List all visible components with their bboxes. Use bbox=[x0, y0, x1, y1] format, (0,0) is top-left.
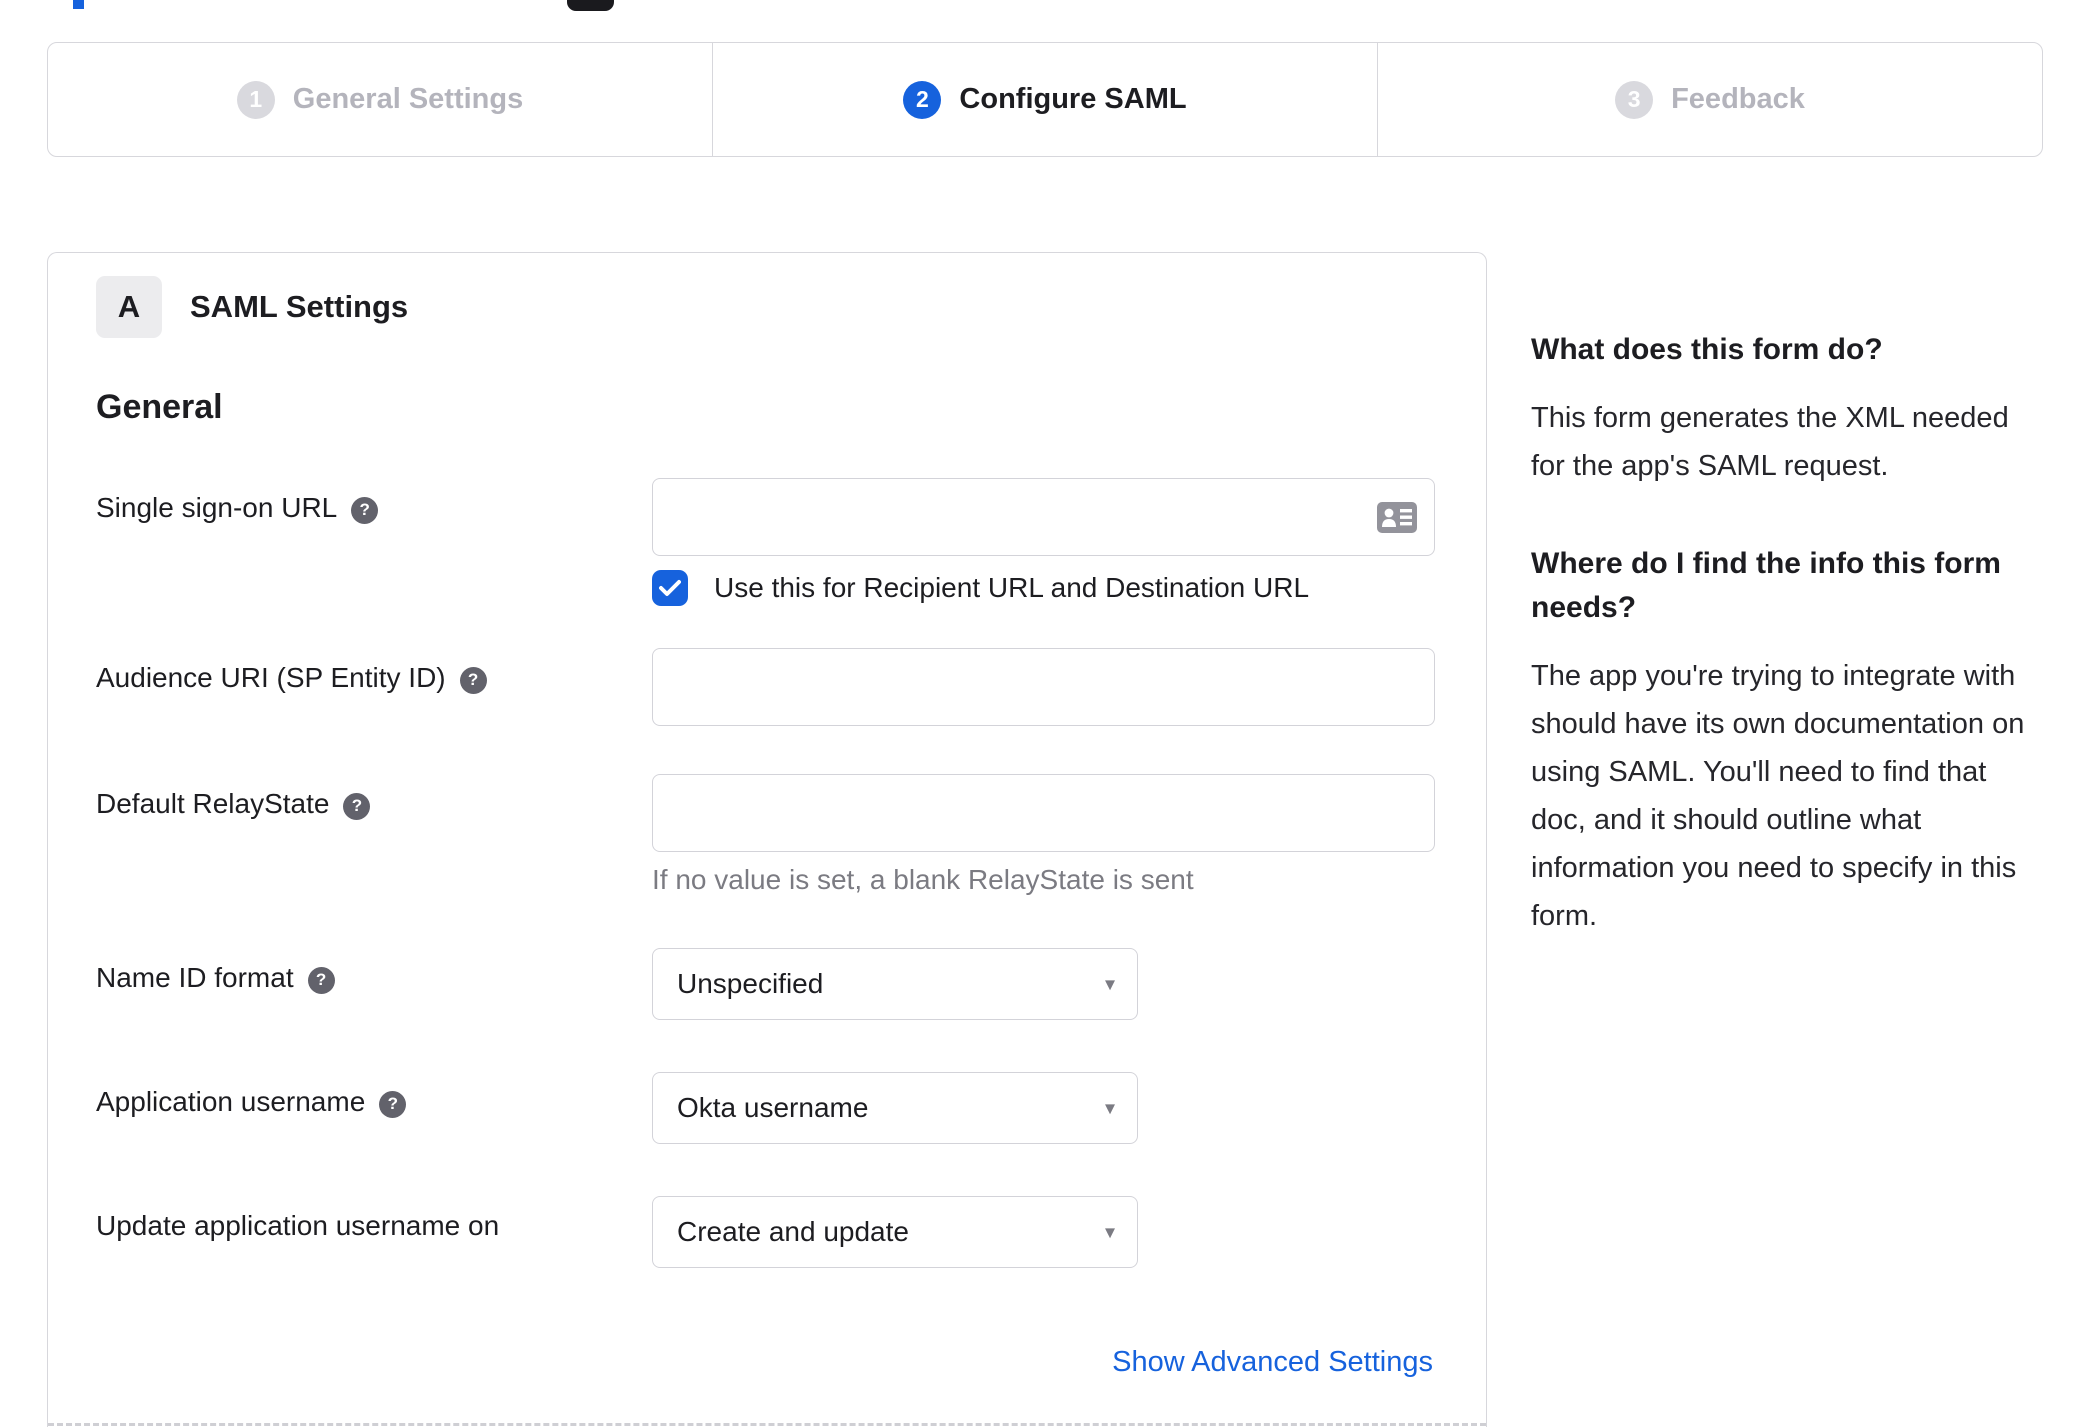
update-username-on-value: Create and update bbox=[677, 1216, 909, 1247]
cutoff-blue-artifact bbox=[73, 0, 84, 9]
default-relaystate-input[interactable] bbox=[652, 774, 1435, 852]
field-row-application-username: Application username? Okta username ▾ bbox=[96, 1072, 1486, 1144]
name-id-format-select[interactable]: Unspecified ▾ bbox=[652, 948, 1138, 1020]
checkmark-icon bbox=[659, 580, 681, 596]
step-1-number-badge: 1 bbox=[236, 80, 275, 119]
help-icon[interactable]: ? bbox=[307, 966, 335, 994]
recipient-url-checkbox[interactable] bbox=[652, 570, 688, 606]
field-row-single-sign-on-url: Single sign-on URL? Use this for Recipie… bbox=[96, 478, 1486, 606]
field-row-default-relaystate: Default RelayState? If no value is set, … bbox=[96, 774, 1486, 896]
cutoff-app-logo bbox=[567, 0, 614, 11]
sidebar-body-where: The app you're trying to integrate with … bbox=[1531, 660, 2025, 932]
section-a-badge: A bbox=[96, 276, 162, 338]
step-2-number-badge: 2 bbox=[903, 80, 942, 119]
step-1-label: General Settings bbox=[292, 83, 524, 115]
step-feedback[interactable]: 3 Feedback bbox=[1377, 43, 2042, 156]
relaystate-hint: If no value is set, a blank RelayState i… bbox=[652, 864, 1194, 895]
sidebar-body-what: This form generates the XML needed for t… bbox=[1531, 402, 2009, 482]
update-username-on-label: Update application username on bbox=[96, 1210, 500, 1241]
help-icon[interactable]: ? bbox=[343, 792, 371, 820]
help-sidebar: What does this form do? This form genera… bbox=[1531, 328, 2038, 940]
application-username-select[interactable]: Okta username ▾ bbox=[652, 1072, 1138, 1144]
help-icon[interactable]: ? bbox=[351, 496, 379, 524]
field-row-update-username-on: Update application username on Create an… bbox=[96, 1196, 1486, 1268]
help-icon[interactable]: ? bbox=[379, 1090, 407, 1118]
step-3-label: Feedback bbox=[1671, 83, 1805, 115]
sidebar-heading-what: What does this form do? bbox=[1531, 333, 1883, 366]
general-section-heading: General bbox=[96, 388, 223, 426]
name-id-format-label: Name ID format bbox=[96, 962, 294, 993]
chevron-down-icon: ▾ bbox=[1104, 1097, 1115, 1120]
sidebar-heading-where: Where do I find the info this form needs… bbox=[1531, 547, 2001, 624]
single-sign-on-url-input[interactable] bbox=[652, 478, 1435, 556]
field-row-audience-uri: Audience URI (SP Entity ID)? bbox=[96, 648, 1486, 726]
step-general-settings[interactable]: 1 General Settings bbox=[48, 43, 712, 156]
audience-uri-label: Audience URI (SP Entity ID) bbox=[96, 662, 446, 693]
default-relaystate-label: Default RelayState bbox=[96, 788, 330, 819]
chevron-down-icon: ▾ bbox=[1104, 1221, 1115, 1244]
panel-header: A SAML Settings bbox=[96, 276, 1486, 338]
sidebar-section-what: What does this form do? This form genera… bbox=[1531, 328, 2038, 490]
application-username-label: Application username bbox=[96, 1086, 366, 1117]
step-3-number-badge: 3 bbox=[1615, 80, 1654, 119]
recipient-url-checkbox-label: Use this for Recipient URL and Destinati… bbox=[714, 572, 1310, 603]
show-advanced-settings-link[interactable]: Show Advanced Settings bbox=[1112, 1346, 1433, 1378]
chevron-down-icon: ▾ bbox=[1104, 973, 1115, 996]
panel-title: SAML Settings bbox=[190, 289, 409, 324]
update-username-on-select[interactable]: Create and update ▾ bbox=[652, 1196, 1138, 1268]
step-configure-saml[interactable]: 2 Configure SAML bbox=[712, 43, 1377, 156]
name-id-format-value: Unspecified bbox=[677, 968, 824, 999]
saml-settings-panel: A SAML Settings General Single sign-on U… bbox=[47, 252, 1487, 1427]
application-username-value: Okta username bbox=[677, 1092, 869, 1123]
single-sign-on-url-label: Single sign-on URL bbox=[96, 492, 338, 523]
field-row-name-id-format: Name ID format? Unspecified ▾ bbox=[96, 948, 1486, 1020]
audience-uri-input[interactable] bbox=[652, 648, 1435, 726]
sidebar-section-where: Where do I find the info this form needs… bbox=[1531, 542, 2038, 940]
step-2-label: Configure SAML bbox=[959, 83, 1187, 115]
wizard-stepper: 1 General Settings 2 Configure SAML 3 Fe… bbox=[47, 42, 2043, 157]
help-icon[interactable]: ? bbox=[459, 666, 487, 694]
